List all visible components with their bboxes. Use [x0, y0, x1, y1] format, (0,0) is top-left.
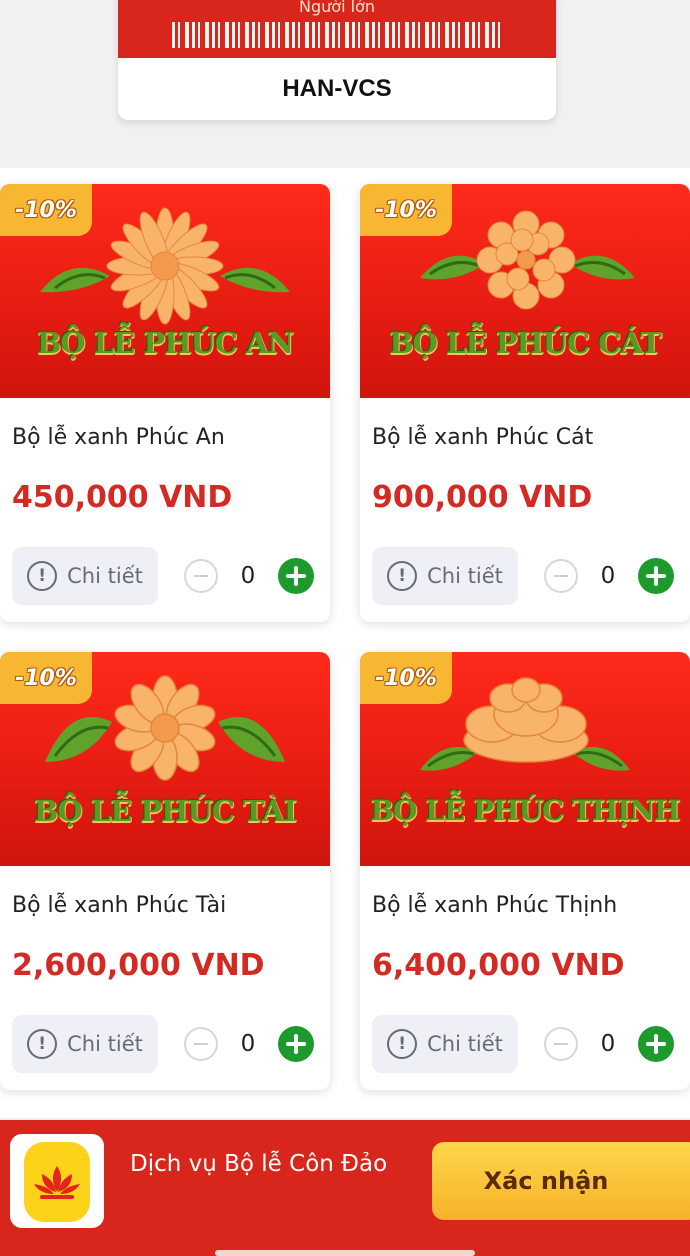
minus-circle-icon[interactable]	[184, 559, 218, 593]
detail-label: Chi tiết	[67, 1032, 143, 1056]
product-name: Bộ lễ xanh Phúc An	[12, 425, 225, 450]
product-banner: -10% BỘ LỄ PHÚC TÀI	[0, 652, 330, 866]
home-indicator	[215, 1250, 475, 1256]
product-price: 2,600,000 VND	[12, 948, 265, 983]
info-circle-icon: !	[387, 1029, 418, 1059]
detail-button[interactable]: ! Chi tiết	[12, 547, 158, 605]
quantity-value: 0	[240, 1031, 256, 1057]
minus-circle-icon[interactable]	[184, 1027, 218, 1061]
product-grid: -10% BỘ LỄ PHÚC AN Bộ lễ xanh Phúc An 45…	[0, 168, 690, 1118]
product-card-phuc-an[interactable]: -10% BỘ LỄ PHÚC AN Bộ lễ xanh Phúc An 45…	[0, 184, 330, 622]
quantity-value: 0	[600, 563, 616, 589]
product-actions: ! Chi tiết 0	[372, 546, 678, 606]
product-actions: ! Chi tiết 0	[12, 1014, 318, 1074]
checkout-bar: Dịch vụ Bộ lễ Côn Đảo Xác nhận	[0, 1120, 690, 1256]
product-banner: -10% BỘ LỄ PHÚC AN	[0, 184, 330, 398]
info-circle-icon: !	[27, 1029, 58, 1059]
product-price: 6,400,000 VND	[372, 948, 625, 983]
detail-button[interactable]: ! Chi tiết	[372, 547, 518, 605]
plus-circle-icon[interactable]	[638, 1026, 674, 1062]
plus-circle-icon[interactable]	[638, 558, 674, 594]
discount-badge: -10%	[0, 184, 92, 236]
quantity-stepper: 0	[544, 1026, 674, 1062]
product-card-phuc-tai[interactable]: -10% BỘ LỄ PHÚC TÀI Bộ lễ xanh Phúc Tài …	[0, 652, 330, 1090]
product-card-phuc-thinh[interactable]: -10% BỘ LỄ PHÚC THỊNH Bộ lễ xanh Phúc Th…	[360, 652, 690, 1090]
lotus-icon	[24, 1142, 90, 1222]
banner-title: BỘ LỄ PHÚC CÁT	[389, 326, 662, 360]
product-name: Bộ lễ xanh Phúc Thịnh	[372, 893, 618, 918]
minus-circle-icon[interactable]	[544, 1027, 578, 1061]
banner-title: BỘ LỄ PHÚC THỊNH	[370, 794, 681, 827]
service-name: Dịch vụ Bộ lễ Côn Đảo	[130, 1151, 388, 1177]
product-actions: ! Chi tiết 0	[12, 546, 318, 606]
discount-badge: -10%	[0, 652, 92, 704]
quantity-value: 0	[600, 1031, 616, 1057]
info-circle-icon: !	[387, 561, 418, 591]
ticket-barcode	[172, 22, 502, 48]
product-price: 450,000 VND	[12, 480, 233, 515]
service-logo	[10, 1134, 104, 1228]
quantity-stepper: 0	[184, 558, 314, 594]
confirm-button[interactable]: Xác nhận	[432, 1142, 690, 1220]
detail-button[interactable]: ! Chi tiết	[372, 1015, 518, 1073]
product-banner: -10% BỘ LỄ PHÚC THỊNH	[360, 652, 690, 866]
ticket-type-label: Người lớn	[299, 0, 375, 16]
plus-circle-icon[interactable]	[278, 558, 314, 594]
product-name: Bộ lễ xanh Phúc Tài	[12, 893, 227, 918]
discount-badge: -10%	[360, 652, 452, 704]
detail-label: Chi tiết	[427, 564, 503, 588]
quantity-value: 0	[240, 563, 256, 589]
product-actions: ! Chi tiết 0	[372, 1014, 678, 1074]
detail-label: Chi tiết	[427, 1032, 503, 1056]
ticket-route-code: HAN-VCS	[282, 75, 392, 102]
section-divider	[0, 138, 690, 172]
banner-title: BỘ LỄ PHÚC AN	[36, 326, 294, 360]
product-price: 900,000 VND	[372, 480, 593, 515]
info-circle-icon: !	[27, 561, 58, 591]
product-name: Bộ lễ xanh Phúc Cát	[372, 425, 594, 450]
ticket-card: Người lớn HAN-VCS	[118, 0, 556, 120]
detail-label: Chi tiết	[67, 564, 143, 588]
discount-badge: -10%	[360, 184, 452, 236]
minus-circle-icon[interactable]	[544, 559, 578, 593]
detail-button[interactable]: ! Chi tiết	[12, 1015, 158, 1073]
quantity-stepper: 0	[544, 558, 674, 594]
ticket-header: Người lớn	[118, 0, 556, 58]
banner-title: BỘ LỄ PHÚC TÀI	[33, 794, 297, 828]
product-card-phuc-cat[interactable]: -10% BỘ LỄ PHÚC CÁT Bộ lễ xanh Phúc Cát …	[360, 184, 690, 622]
plus-circle-icon[interactable]	[278, 1026, 314, 1062]
quantity-stepper: 0	[184, 1026, 314, 1062]
product-banner: -10% BỘ LỄ PHÚC CÁT	[360, 184, 690, 398]
